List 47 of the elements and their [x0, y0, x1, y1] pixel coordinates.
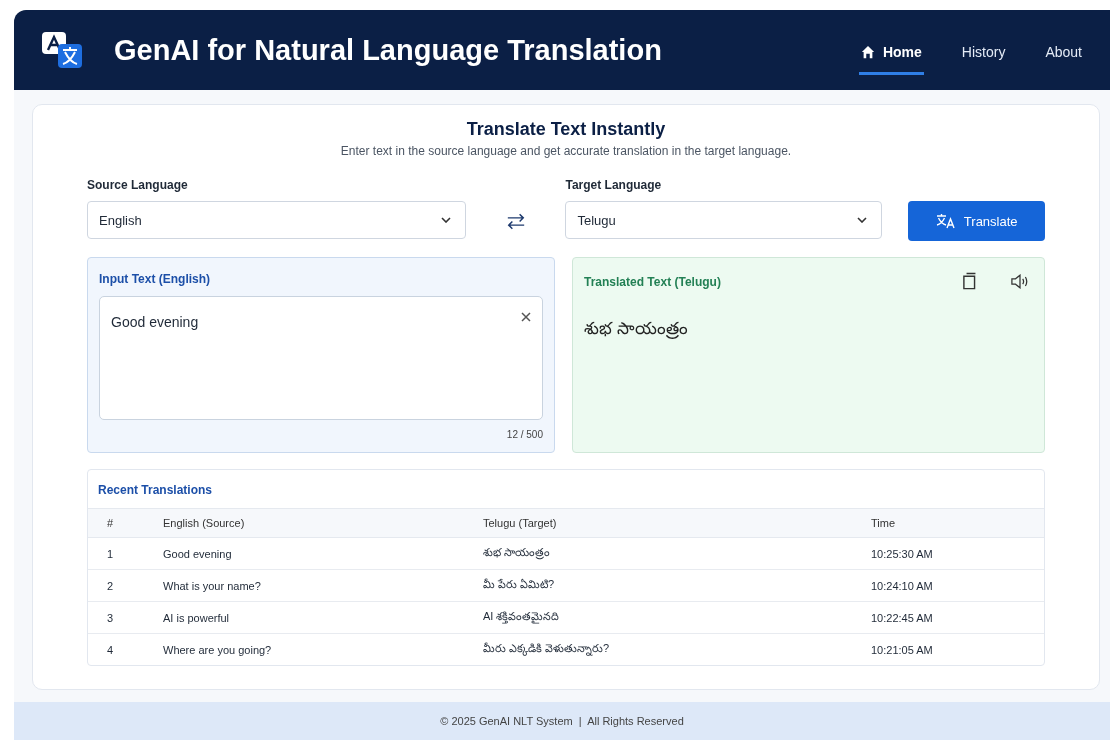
table-cell: మీరు ఎక్కడికి వెళుతున్నారు? [482, 633, 870, 665]
table-cell: 10:24:10 AM [870, 569, 1044, 602]
table-cell: శుభ సాయంత్రం [482, 537, 870, 570]
translate-icon [935, 213, 956, 229]
column-header: Telugu (Target) [482, 508, 870, 538]
table-cell: 10:25:30 AM [870, 537, 1044, 570]
panel-title: Input Text (English) [99, 272, 212, 286]
chevron-icon [857, 217, 868, 223]
speaker-icon[interactable] [1011, 274, 1029, 289]
close-icon [521, 312, 531, 322]
panel-title: Translated Text (Telugu) [584, 274, 722, 289]
translate-button[interactable]: Translate [908, 201, 1045, 241]
nav-link[interactable]: History [959, 31, 1008, 75]
table-cell: 3 [88, 601, 162, 634]
column-header: # [88, 508, 162, 538]
page-subtitle: Enter text in the source language and get accurate translation in the target language. [339, 144, 793, 158]
input-text-field[interactable]: Good evening [99, 296, 543, 420]
table-cell: Where are you going? [162, 633, 482, 665]
table-cell: 10:22:45 AM [870, 601, 1044, 634]
language-dropdown[interactable]: English [87, 201, 466, 239]
swap-arrows-icon [505, 212, 526, 230]
nav-link[interactable]: About [1043, 31, 1084, 75]
table-cell: మీ పేరు ఏమిటి? [482, 569, 870, 602]
chevron-icon [440, 217, 451, 223]
table-cell: What is your name? [162, 569, 482, 602]
field-label: Target Language [565, 178, 663, 192]
nav-link[interactable]: Home [858, 31, 924, 75]
table-cell: AI is powerful [162, 601, 482, 634]
table-cell: 10:21:05 AM [870, 633, 1044, 665]
character-counter: 12 / 500 [506, 429, 543, 440]
table-cell: 1 [88, 537, 162, 570]
field-label: Source Language [87, 178, 189, 192]
translate-logo-icon [40, 30, 84, 70]
table-cell: Good evening [162, 537, 482, 570]
table-cell: 4 [88, 633, 162, 665]
page-heading: Translate Text Instantly [465, 119, 667, 140]
column-header: Time [870, 508, 1044, 538]
section-title: Recent Translations [97, 482, 214, 499]
translated-text: శుభ సాయంత్రం [584, 319, 689, 341]
language-dropdown[interactable]: Telugu [565, 201, 883, 239]
table-cell: AI శక్తివంతమైనది [482, 601, 870, 634]
home-icon [860, 44, 875, 59]
footer-text: © 2025 GenAI NLT System | All Rights Reserved [440, 715, 684, 727]
app-title: GenAI for Natural Language Translation [114, 33, 663, 67]
close-button[interactable] [519, 310, 533, 324]
column-header: English (Source) [162, 508, 482, 538]
table-cell: 2 [88, 569, 162, 602]
